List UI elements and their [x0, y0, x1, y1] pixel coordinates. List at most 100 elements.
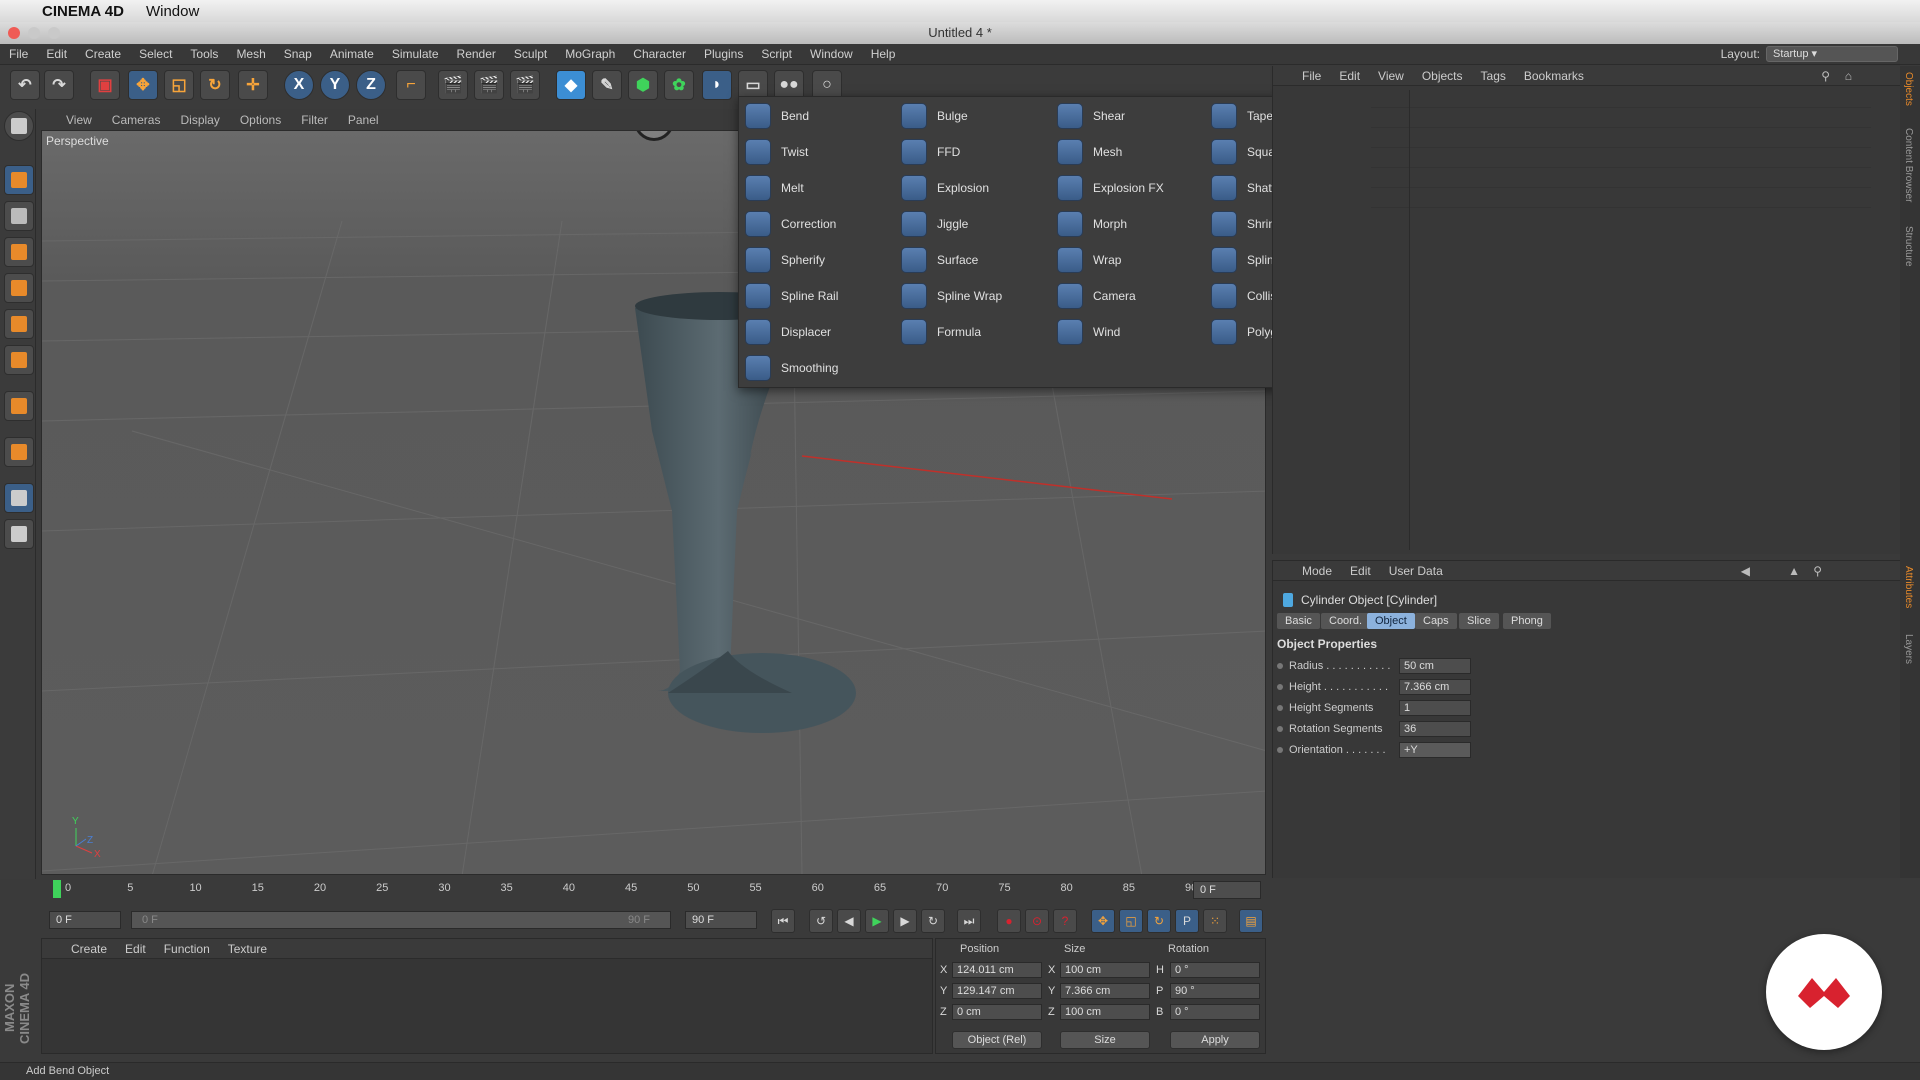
- position-y-field[interactable]: 129.147 cm: [952, 983, 1042, 999]
- timeline-window-icon[interactable]: ▤: [1239, 909, 1263, 933]
- subdivision-surface-icon[interactable]: ⬢: [628, 70, 658, 100]
- points-mode-icon[interactable]: [4, 273, 34, 303]
- tab-object[interactable]: Object: [1367, 613, 1415, 629]
- menu-select[interactable]: Select: [130, 47, 181, 61]
- object-row[interactable]: [1371, 90, 1871, 108]
- go-to-end-icon[interactable]: ⏭: [957, 909, 981, 933]
- radius-field[interactable]: 50 cm: [1399, 658, 1471, 674]
- menu-file[interactable]: File: [0, 47, 37, 61]
- scale-tool-icon[interactable]: ◱: [164, 70, 194, 100]
- polygons-mode-icon[interactable]: [4, 345, 34, 375]
- menu-sculpt[interactable]: Sculpt: [505, 47, 556, 61]
- playhead-marker[interactable]: [53, 880, 61, 898]
- object-row[interactable]: [1371, 170, 1871, 188]
- position-x-field[interactable]: 124.011 cm: [952, 962, 1042, 978]
- up-arrow-icon[interactable]: ▲: [1788, 564, 1800, 578]
- menu-help[interactable]: Help: [862, 47, 905, 61]
- pen-spline-icon[interactable]: ✎: [592, 70, 622, 100]
- next-key-icon[interactable]: ↻: [921, 909, 945, 933]
- render-settings-icon[interactable]: 🎬: [510, 70, 540, 100]
- next-frame-icon[interactable]: ▶: [893, 909, 917, 933]
- close-window-button[interactable]: [8, 27, 20, 39]
- mm-menu-texture[interactable]: Texture: [219, 942, 276, 956]
- rotation-b-field[interactable]: 0 °: [1170, 1004, 1260, 1020]
- side-tab-structure[interactable]: Structure: [1903, 226, 1914, 267]
- search-icon[interactable]: ⚲: [1813, 564, 1822, 578]
- deformer-item-melt[interactable]: Melt: [745, 173, 804, 203]
- deformer-item-surface[interactable]: Surface: [901, 245, 978, 275]
- move-tool-icon[interactable]: ✥: [128, 70, 158, 100]
- om-menu-edit[interactable]: Edit: [1330, 69, 1369, 83]
- om-menu-bookmarks[interactable]: Bookmarks: [1515, 69, 1593, 83]
- workplane-align-icon[interactable]: [4, 519, 34, 549]
- deformer-item-wrap[interactable]: Wrap: [1057, 245, 1121, 275]
- tab-phong[interactable]: Phong: [1503, 613, 1551, 629]
- deformer-bend-icon[interactable]: ◗: [702, 70, 732, 100]
- previous-frame-icon[interactable]: ◀: [837, 909, 861, 933]
- viewport-menu-display[interactable]: Display: [170, 113, 229, 127]
- position-z-field[interactable]: 0 cm: [952, 1004, 1042, 1020]
- deformer-item-jiggle[interactable]: Jiggle: [901, 209, 968, 239]
- play-icon[interactable]: ▶: [865, 909, 889, 933]
- rotation-h-field[interactable]: 0 °: [1170, 962, 1260, 978]
- menu-animate[interactable]: Animate: [321, 47, 383, 61]
- viewport-menu-view[interactable]: View: [36, 113, 102, 127]
- object-row[interactable]: [1371, 190, 1871, 208]
- snap-magnet-icon[interactable]: [4, 437, 34, 467]
- start-frame-field[interactable]: 0 F: [49, 911, 121, 929]
- live-selection-icon[interactable]: ▣: [90, 70, 120, 100]
- previous-key-icon[interactable]: ↺: [809, 909, 833, 933]
- deformer-item-wind[interactable]: Wind: [1057, 317, 1120, 347]
- redo-icon[interactable]: ↷: [44, 70, 74, 100]
- deformer-item-taper[interactable]: Taper: [1211, 101, 1277, 131]
- deformer-item-explosion-fx[interactable]: Explosion FX: [1057, 173, 1164, 203]
- zoom-window-button[interactable]: [48, 27, 60, 39]
- keyframe-selection-icon[interactable]: ?: [1053, 909, 1077, 933]
- viewport-menu-filter[interactable]: Filter: [291, 113, 338, 127]
- menu-mesh[interactable]: Mesh: [227, 47, 274, 61]
- menu-tools[interactable]: Tools: [181, 47, 227, 61]
- parameter-key-icon[interactable]: P: [1175, 909, 1199, 933]
- menu-window[interactable]: Window: [801, 47, 862, 61]
- workplane-lock-icon[interactable]: [4, 483, 34, 513]
- current-frame-field[interactable]: 0 F: [1193, 881, 1261, 899]
- deformer-item-twist[interactable]: Twist: [745, 137, 808, 167]
- object-row[interactable]: [1371, 130, 1871, 148]
- search-icon[interactable]: ⚲: [1821, 69, 1830, 83]
- y-axis-lock-button[interactable]: Y: [320, 70, 350, 100]
- deformer-item-morph[interactable]: Morph: [1057, 209, 1127, 239]
- viewport-menu-options[interactable]: Options: [230, 113, 291, 127]
- am-menu-edit[interactable]: Edit: [1341, 564, 1380, 578]
- size-mode-dropdown[interactable]: Size: [1060, 1031, 1150, 1049]
- orientation-dropdown[interactable]: +Y: [1399, 742, 1471, 758]
- deformer-item-camera[interactable]: Camera: [1057, 281, 1136, 311]
- position-key-icon[interactable]: ✥: [1091, 909, 1115, 933]
- side-tab-attributes[interactable]: Attributes: [1903, 566, 1914, 608]
- apply-button[interactable]: Apply: [1170, 1031, 1260, 1049]
- deformer-item-spline-wrap[interactable]: Spline Wrap: [901, 281, 1002, 311]
- render-view-icon[interactable]: 🎬: [438, 70, 468, 100]
- point-level-animation-icon[interactable]: ⁙: [1203, 909, 1227, 933]
- menu-snap[interactable]: Snap: [275, 47, 321, 61]
- deformer-item-explosion[interactable]: Explosion: [901, 173, 989, 203]
- size-y-field[interactable]: 7.366 cm: [1060, 983, 1150, 999]
- deformer-item-ffd[interactable]: FFD: [901, 137, 960, 167]
- om-menu-tags[interactable]: Tags: [1472, 69, 1515, 83]
- app-name-menu[interactable]: CINEMA 4D: [42, 3, 124, 20]
- menu-script[interactable]: Script: [752, 47, 801, 61]
- recent-tool-icon[interactable]: ✛: [238, 70, 268, 100]
- menu-mograph[interactable]: MoGraph: [556, 47, 624, 61]
- om-menu-file[interactable]: File: [1293, 69, 1330, 83]
- autokeying-icon[interactable]: ⊙: [1025, 909, 1049, 933]
- am-menu-mode[interactable]: Mode: [1293, 564, 1341, 578]
- deformer-item-spline-rail[interactable]: Spline Rail: [745, 281, 838, 311]
- menu-edit[interactable]: Edit: [37, 47, 76, 61]
- model-mode-icon[interactable]: [4, 165, 34, 195]
- frame-ruler[interactable]: 0 5 10 15 20 25 30 35 40 45 50 55 60 65 70 75 80 85 90: [53, 880, 1197, 900]
- deformer-item-bulge[interactable]: Bulge: [901, 101, 968, 131]
- height-segments-field[interactable]: 1: [1399, 700, 1471, 716]
- workplane-mode-icon[interactable]: [4, 237, 34, 267]
- minimize-window-button[interactable]: [28, 27, 40, 39]
- deformer-item-correction[interactable]: Correction: [745, 209, 836, 239]
- object-row[interactable]: [1371, 150, 1871, 168]
